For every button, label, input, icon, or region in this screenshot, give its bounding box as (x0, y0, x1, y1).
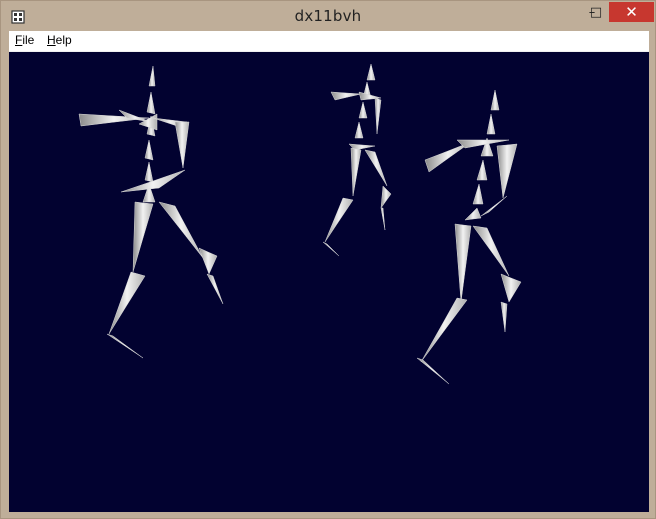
menu-file[interactable]: File (15, 33, 34, 47)
skeleton-middle (322, 63, 392, 257)
maximize-icon: □ (589, 4, 603, 20)
window-title: dx11bvh (294, 7, 362, 25)
maximize-button[interactable]: □ (583, 2, 609, 22)
render-viewport[interactable] (9, 52, 649, 512)
title-bar[interactable]: dx11bvh – □ ✕ (1, 1, 655, 31)
close-icon: ✕ (625, 3, 638, 21)
skeleton-left (78, 65, 224, 359)
menu-help[interactable]: Help (47, 33, 72, 47)
scene-canvas (78, 63, 522, 385)
app-window: dx11bvh – □ ✕ File Help (0, 0, 656, 519)
menu-bar: File Help (9, 31, 649, 52)
skeleton-right (416, 89, 522, 385)
close-button[interactable]: ✕ (609, 2, 654, 22)
